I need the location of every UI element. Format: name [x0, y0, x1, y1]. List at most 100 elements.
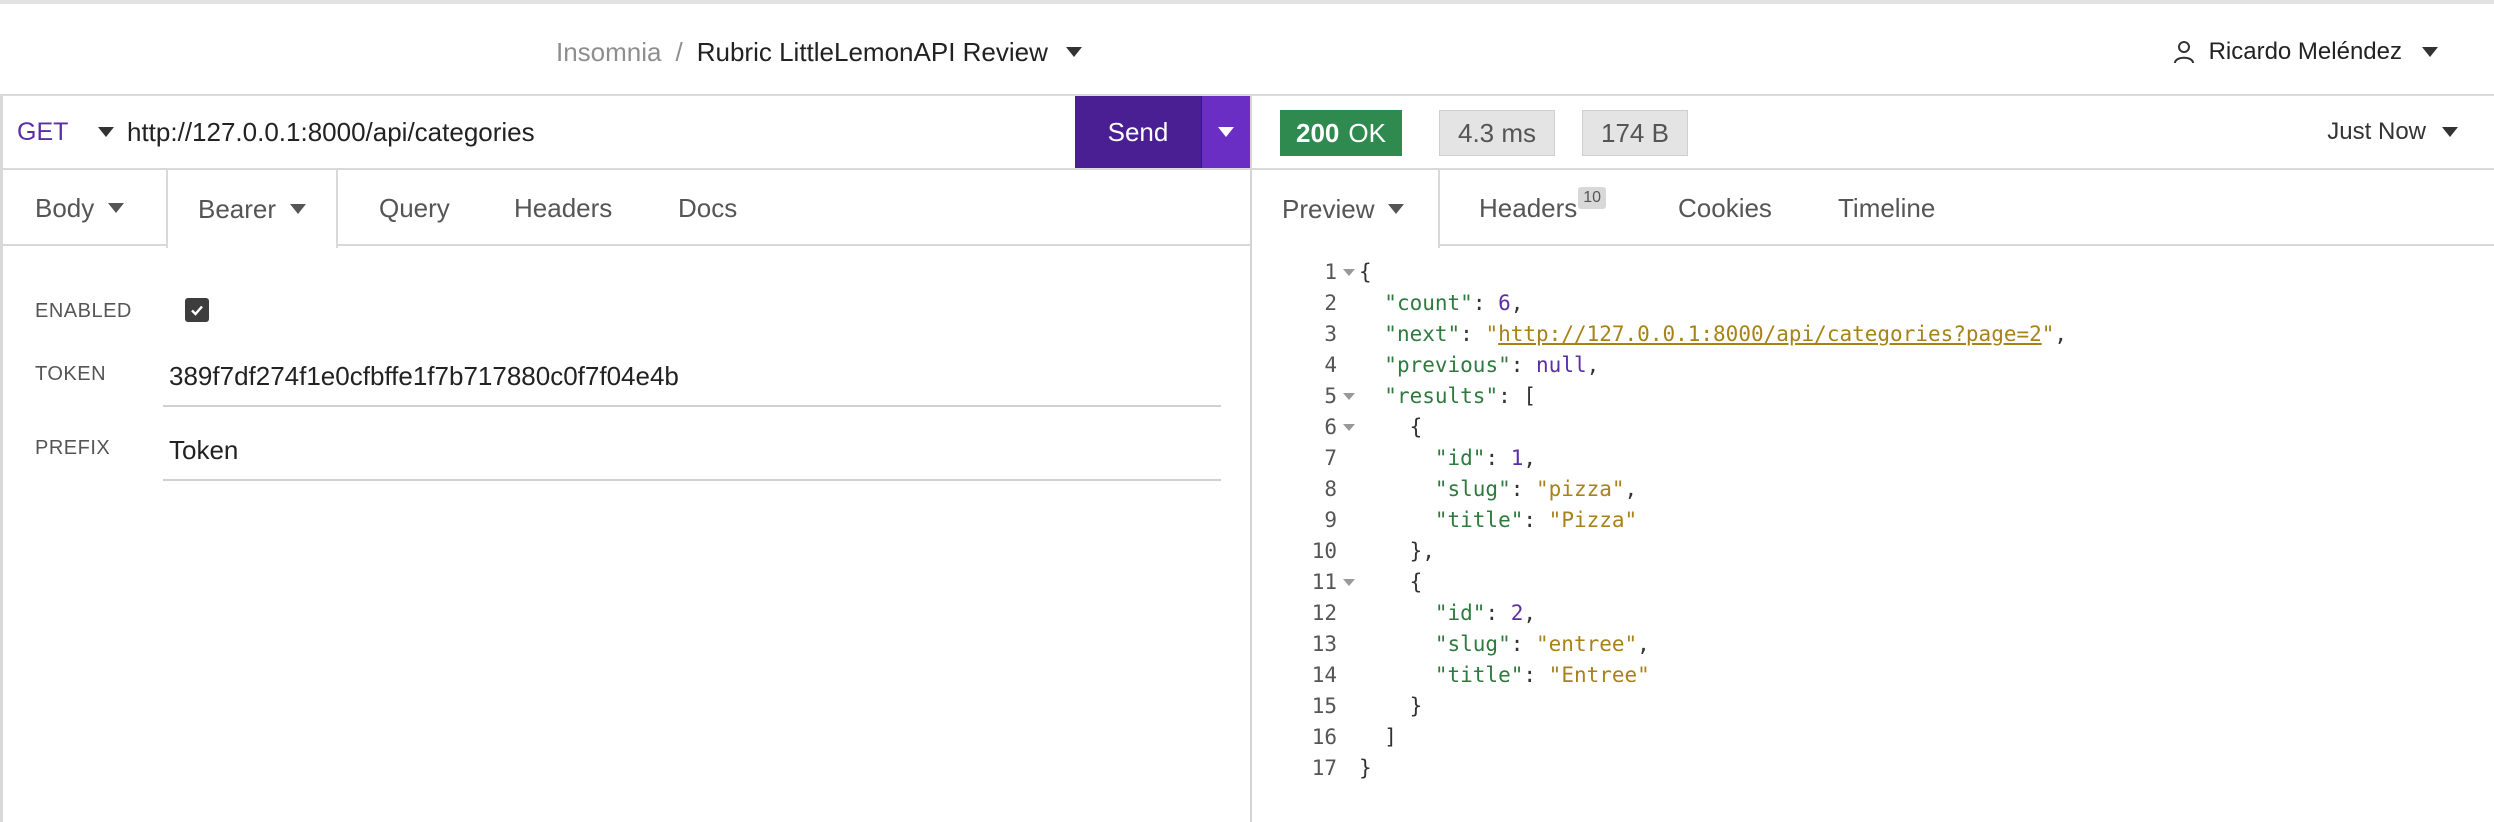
code-text: { — [1359, 260, 1372, 284]
json-token: , — [2054, 321, 2068, 346]
fold-toggle-icon[interactable] — [1337, 566, 1359, 597]
collection-title[interactable]: Rubric LittleLemonAPI Review — [697, 37, 1048, 68]
request-pane: GET http://127.0.0.1:8000/api/categories… — [0, 96, 1250, 822]
prefix-input[interactable]: Token — [169, 430, 238, 470]
token-input[interactable]: 389f7df274f1e0cfbffe1f7b717880c0f7f04e4b — [169, 356, 679, 396]
response-time: 4.3 ms — [1439, 110, 1556, 156]
tab-timeline[interactable]: Timeline — [1838, 170, 1935, 246]
chevron-down-icon — [1218, 127, 1234, 137]
code-line: 12 "id": 2, — [1252, 597, 1536, 628]
json-token: : — [1523, 662, 1549, 687]
response-status-bar: 200 OK 4.3 ms 174 B Just Now — [1252, 96, 2494, 170]
tab-body[interactable]: Body — [35, 170, 125, 246]
history-dropdown[interactable]: Just Now — [2327, 96, 2458, 168]
headers-count-badge: 10 — [1578, 187, 1607, 209]
line-number: 9 — [1324, 507, 1337, 532]
send-options-button[interactable] — [1201, 96, 1250, 168]
fold-toggle-icon[interactable] — [1337, 256, 1359, 287]
prefix-label: PREFIX — [35, 437, 111, 459]
send-button[interactable]: Send — [1075, 96, 1201, 168]
json-token: "slug" — [1434, 476, 1511, 501]
json-token: "previous" — [1384, 352, 1511, 377]
code-line: 5 "results": [ — [1252, 380, 1536, 411]
response-size: 174 B — [1582, 110, 1688, 156]
line-number: 6 — [1324, 414, 1337, 439]
json-token: : — [1472, 290, 1499, 315]
method-selector[interactable]: GET — [17, 96, 115, 168]
json-token: " — [1485, 321, 1499, 346]
code-text: "next": "http://127.0.0.1:8000/api/categ… — [1359, 322, 2067, 346]
json-token: , — [1523, 445, 1537, 470]
fold-toggle-icon[interactable] — [1337, 411, 1359, 442]
code-line: 9 "title": "Pizza" — [1252, 504, 1637, 535]
top-bar: Insomnia / Rubric LittleLemonAPI Review … — [0, 0, 2494, 96]
json-token: { — [1359, 259, 1372, 284]
breadcrumb-app-name[interactable]: Insomnia — [556, 37, 662, 68]
json-token: , — [1624, 476, 1638, 501]
json-token: "id" — [1434, 600, 1486, 625]
tab-docs[interactable]: Docs — [678, 170, 737, 246]
json-token: "next" — [1384, 321, 1461, 346]
json-link[interactable]: http://127.0.0.1:8000/api/categories?pag… — [1498, 322, 2042, 346]
json-token: "id" — [1434, 445, 1486, 470]
code-line: 1{ — [1252, 256, 1372, 287]
line-number: 16 — [1311, 724, 1337, 749]
tab-preview[interactable]: Preview — [1252, 170, 1441, 248]
tab-label: Headers — [514, 192, 613, 223]
json-token: 2 — [1510, 600, 1524, 625]
code-line: 2 "count": 6, — [1252, 287, 1523, 318]
line-number: 1 — [1324, 259, 1337, 284]
json-token: "results" — [1384, 383, 1499, 408]
timestamp: Just Now — [2327, 118, 2426, 145]
tab-label: Preview — [1282, 193, 1375, 224]
code-line: 6 { — [1252, 411, 1422, 442]
check-icon — [191, 305, 203, 316]
code-text: "id": 2, — [1359, 601, 1536, 625]
json-token: , — [1510, 290, 1524, 315]
method-label: GET — [17, 117, 69, 146]
json-token: : [ — [1498, 383, 1537, 408]
token-label: TOKEN — [35, 363, 107, 385]
enabled-checkbox[interactable] — [185, 298, 209, 322]
code-line: 11 { — [1252, 566, 1423, 597]
tab-label: Timeline — [1838, 192, 1936, 223]
json-token: "title" — [1434, 507, 1524, 532]
code-line: 7 "id": 1, — [1252, 442, 1536, 473]
tab-headers[interactable]: Headers — [514, 170, 612, 246]
json-token: { — [1409, 414, 1423, 439]
breadcrumb-separator: / — [675, 36, 683, 67]
code-line: 15 } — [1252, 690, 1423, 721]
url-bar: GET http://127.0.0.1:8000/api/categories… — [3, 96, 1250, 170]
line-number: 3 — [1324, 321, 1337, 346]
chevron-down-icon — [98, 127, 115, 137]
code-text: "count": 6, — [1359, 291, 1523, 315]
url-input[interactable]: http://127.0.0.1:8000/api/categories — [127, 96, 1067, 168]
user-name: Ricardo Meléndez — [2208, 38, 2402, 65]
code-text: } — [1359, 694, 1423, 718]
json-token: ] — [1384, 724, 1397, 749]
status-badge: 200 OK — [1280, 110, 1402, 156]
tab-cookies[interactable]: Cookies — [1678, 170, 1772, 246]
json-token: , — [1586, 352, 1600, 377]
tab-response-headers[interactable]: Headers 10 — [1479, 170, 1607, 246]
fold-toggle-icon[interactable] — [1337, 380, 1359, 411]
chevron-down-icon — [108, 203, 125, 213]
json-token: : — [1485, 600, 1511, 625]
code-text: "results": [ — [1359, 384, 1536, 408]
user-menu[interactable]: Ricardo Meléndez — [2173, 32, 2438, 72]
code-line: 17} — [1252, 752, 1372, 783]
code-line: 4 "previous": null, — [1252, 349, 1599, 380]
code-text: "title": "Pizza" — [1359, 508, 1637, 532]
code-text: } — [1359, 756, 1372, 780]
tab-bearer[interactable]: Bearer — [166, 170, 339, 248]
collection-dropdown-icon[interactable] — [1065, 47, 1082, 57]
code-text: ] — [1359, 725, 1397, 749]
code-line: 13 "slug": "entree", — [1252, 628, 1650, 659]
line-number: 15 — [1311, 693, 1337, 718]
json-token: : — [1510, 631, 1537, 656]
tab-label: Query — [379, 192, 450, 223]
tab-query[interactable]: Query — [379, 170, 450, 246]
json-token: : — [1460, 321, 1486, 346]
user-icon — [2173, 41, 2194, 64]
json-token: null — [1536, 352, 1587, 377]
